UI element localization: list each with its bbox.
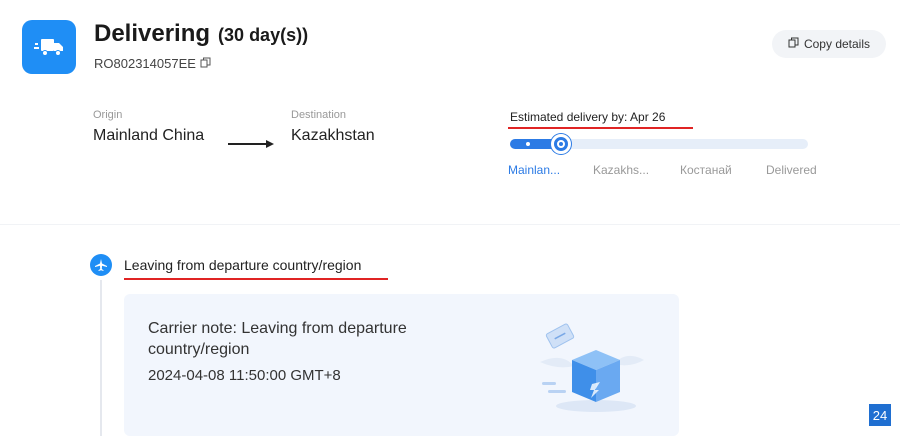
package-box-icon <box>534 322 654 422</box>
destination-value: Kazakhstan <box>291 127 375 144</box>
transit-days: (30 day(s)) <box>218 25 309 45</box>
carrier-note: Carrier note: Leaving from departure cou… <box>148 320 407 358</box>
stage-country: Kazakhs... <box>593 163 650 177</box>
copy-icon[interactable] <box>200 56 211 71</box>
truck-icon <box>22 20 76 74</box>
origin-stop-dot <box>524 140 532 148</box>
stage-origin: Mainlan... <box>508 163 561 177</box>
copy-details-label: Copy details <box>803 37 871 51</box>
airplane-icon <box>90 254 112 276</box>
event-highlight-underline <box>124 278 388 280</box>
destination-label: Destination <box>291 109 347 121</box>
status-heading: Delivering (30 day(s)) <box>94 20 308 48</box>
page-number-badge: 24 <box>869 404 891 426</box>
origin-label: Origin <box>93 109 123 121</box>
stage-delivered: Delivered <box>766 163 817 177</box>
copy-details-button[interactable]: Copy details <box>772 30 886 58</box>
delivery-progress-bar <box>510 134 808 154</box>
event-timestamp: 2024-04-08 11:50:00 GMT+8 <box>148 367 341 384</box>
shipment-summary: Delivering (30 day(s)) RO802314057EE Copy… <box>0 0 900 225</box>
origin-value: Mainland China <box>93 127 205 144</box>
carrier-note-card: Carrier note: Leaving from departure cou… <box>124 294 679 436</box>
status-label: Delivering <box>94 20 211 47</box>
arrow-right-icon <box>228 136 276 154</box>
current-location-marker <box>550 134 571 154</box>
tracking-number: RO802314057EE <box>94 56 196 71</box>
tracking-number-row: RO802314057EE <box>94 56 211 71</box>
timeline-line <box>100 280 102 436</box>
eta-highlight-underline <box>508 127 693 129</box>
event-title: Leaving from departure country/region <box>124 257 362 273</box>
stage-city: Костанай <box>680 163 732 177</box>
copy-icon <box>788 37 799 51</box>
estimated-delivery: Estimated delivery by: Apr 26 <box>510 110 666 124</box>
